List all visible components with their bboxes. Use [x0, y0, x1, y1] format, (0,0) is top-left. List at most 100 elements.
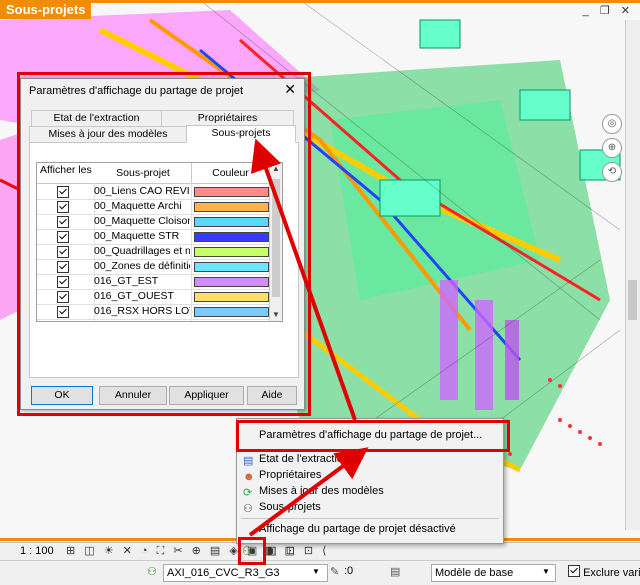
- exclude-variants-label: Exclure variar: [583, 567, 640, 579]
- owners-icon: ☻: [243, 471, 255, 483]
- view-window-controls[interactable]: _ ❐ ✕: [583, 4, 634, 17]
- workset-name: 016_GT_EST: [94, 275, 159, 287]
- exclude-variants-option[interactable]: Exclure variar: [568, 565, 640, 579]
- design-options-icon[interactable]: ▤: [390, 565, 400, 578]
- color-swatch[interactable]: [194, 262, 269, 272]
- menu-item-label: Mises à jour des modèles: [259, 485, 384, 497]
- menu-item-display-off[interactable]: Affichage du partage de projet désactivé: [243, 521, 456, 537]
- editable-only-icon[interactable]: ✎: [330, 565, 339, 578]
- color-swatch[interactable]: [194, 217, 269, 227]
- column-header-workset[interactable]: Sous-projet: [95, 163, 192, 184]
- model-updates-icon: ⟳: [243, 487, 253, 499]
- project-sharing-display-settings-dialog: Paramètres d'affichage du partage de pro…: [20, 78, 305, 410]
- workset-name: 00_Zones de définitio: [94, 260, 190, 272]
- tab-worksets[interactable]: Sous-projets: [186, 125, 296, 143]
- column-header-color[interactable]: Couleur: [192, 163, 270, 184]
- close-icon[interactable]: ✕: [284, 81, 296, 98]
- scrollbar-thumb[interactable]: [628, 280, 637, 320]
- show-checkbox[interactable]: [57, 306, 69, 318]
- display-off-icon: [243, 522, 255, 534]
- view-title: Sous-projets: [0, 0, 92, 19]
- column-header-show[interactable]: Afficher les: [37, 163, 96, 184]
- color-swatch[interactable]: [194, 307, 269, 317]
- chevron-down-icon[interactable]: ▼: [542, 567, 550, 576]
- orbit-icon[interactable]: ⟲: [602, 162, 622, 182]
- workset-name: 00_Quadrillages et ni: [94, 245, 190, 257]
- show-checkbox[interactable]: [57, 276, 69, 288]
- workset-name: 00_Maquette STR: [94, 230, 180, 242]
- project-sharing-display-menu: Paramètres d'affichage du partage de pro…: [236, 418, 504, 544]
- tab-model-updates[interactable]: Mises à jour des modèles: [29, 126, 187, 143]
- color-swatch[interactable]: [194, 232, 269, 242]
- table-scrollbar[interactable]: ▲ ▼: [269, 163, 282, 321]
- menu-item-label: Sous-projets: [259, 501, 321, 513]
- cancel-button[interactable]: Annuler: [99, 386, 167, 405]
- worksharing-display-icon[interactable]: ⚇: [242, 544, 253, 558]
- table-row[interactable]: 00_Liens CAO REVIT: [37, 184, 269, 200]
- tab-extraction-status[interactable]: Etat de l'extraction: [31, 110, 162, 127]
- scroll-down-icon[interactable]: ▼: [270, 309, 282, 321]
- color-swatch[interactable]: [194, 292, 269, 302]
- design-option-field[interactable]: Modèle de base: [431, 564, 556, 582]
- workset-name: 016_GT_OUEST: [94, 290, 174, 302]
- table-row[interactable]: 00_Maquette STR: [37, 229, 269, 245]
- extraction-icon: ▤: [243, 455, 254, 467]
- workset-name: 016_RSX HORS LOT: [94, 305, 190, 317]
- menu-item-extraction-status[interactable]: ▤ Etat de l'extraction: [243, 451, 349, 467]
- help-button[interactable]: Aide: [247, 386, 297, 405]
- worksets-icon: ⚇: [243, 503, 253, 515]
- menu-item-label: Affichage du partage de projet désactivé: [259, 523, 456, 535]
- chevron-down-icon[interactable]: ▼: [312, 567, 320, 576]
- table-row[interactable]: 00_Maquette Archi: [37, 199, 269, 215]
- viewport-scrollbar[interactable]: [625, 20, 640, 530]
- menu-item-label: Propriétaires: [259, 469, 322, 481]
- apply-button[interactable]: Appliquer: [169, 386, 244, 405]
- show-checkbox[interactable]: [57, 201, 69, 213]
- menu-item-label: Etat de l'extraction: [259, 453, 350, 465]
- worksets-table: Afficher les Sous-projet Couleur 00_Lien…: [36, 162, 283, 322]
- show-checkbox[interactable]: [57, 246, 69, 258]
- worksets-icon[interactable]: ⚇: [147, 565, 157, 578]
- color-swatch[interactable]: [194, 187, 269, 197]
- scroll-up-icon[interactable]: ▲: [270, 163, 282, 175]
- show-checkbox[interactable]: [57, 186, 69, 198]
- show-checkbox[interactable]: [57, 261, 69, 273]
- close-icon[interactable]: ✕: [621, 5, 634, 17]
- steering-wheel-icon[interactable]: ◎: [602, 114, 622, 134]
- scrollbar-thumb[interactable]: [272, 179, 280, 297]
- view-control-extra-icons[interactable]: ▣ ◫ ⊡ ⟨: [265, 544, 329, 557]
- show-checkbox[interactable]: [57, 291, 69, 303]
- active-workset-field[interactable]: AXI_016_CVC_R3_G3: [163, 564, 328, 582]
- table-row[interactable]: 016_GT_OUEST: [37, 289, 269, 305]
- navigation-bar[interactable]: ◎ ⊕ ⟲: [602, 110, 624, 200]
- menu-item-display-settings[interactable]: Paramètres d'affichage du partage de pro…: [259, 427, 482, 443]
- minimize-icon[interactable]: _: [583, 5, 593, 17]
- restore-icon[interactable]: ❐: [600, 5, 614, 17]
- color-swatch[interactable]: [194, 202, 269, 212]
- color-swatch[interactable]: [194, 247, 269, 257]
- status-bar: ⚇ AXI_016_CVC_R3_G3 ▼ ✎ :0 ▤ Modèle de b…: [0, 560, 640, 585]
- menu-separator: [241, 449, 499, 450]
- table-row[interactable]: 00_Zones de définitio: [37, 259, 269, 275]
- menu-separator: [241, 518, 499, 519]
- view-control-icons[interactable]: ⊞ ◫ ☀ ✕ ◔ ⛶ ✂ ⊕ ▤ ◈ ▣ ◧ ⊡: [66, 544, 298, 558]
- color-swatch[interactable]: [194, 277, 269, 287]
- ok-button[interactable]: OK: [31, 386, 93, 405]
- menu-item-owners[interactable]: ☻ Propriétaires: [243, 467, 321, 483]
- view-scale[interactable]: 1 : 100: [20, 545, 54, 557]
- table-row[interactable]: 00_Quadrillages et ni: [37, 244, 269, 260]
- table-row[interactable]: 00_Maquette Cloison: [37, 214, 269, 230]
- dialog-title: Paramètres d'affichage du partage de pro…: [29, 85, 244, 97]
- menu-item-worksets[interactable]: ⚇ Sous-projets: [243, 499, 321, 515]
- table-row[interactable]: 016_RSX HORS LOT: [37, 304, 269, 320]
- menu-item-model-updates[interactable]: ⟳ Mises à jour des modèles: [243, 483, 384, 499]
- table-row[interactable]: 016_GT_EST: [37, 274, 269, 290]
- zoom-icon[interactable]: ⊕: [602, 138, 622, 158]
- exclude-variants-checkbox[interactable]: [568, 565, 580, 577]
- workset-name: 00_Maquette Archi: [94, 200, 182, 212]
- show-checkbox[interactable]: [57, 216, 69, 228]
- view-control-bar: 1 : 100 ⊞ ◫ ☀ ✕ ◔ ⛶ ✂ ⊕ ▤ ◈ ▣ ◧ ⊡ ⚇ ▣ ◫ …: [0, 542, 640, 561]
- workset-name: 00_Liens CAO REVIT: [94, 185, 190, 197]
- zero-count: :0: [344, 565, 354, 577]
- show-checkbox[interactable]: [57, 231, 69, 243]
